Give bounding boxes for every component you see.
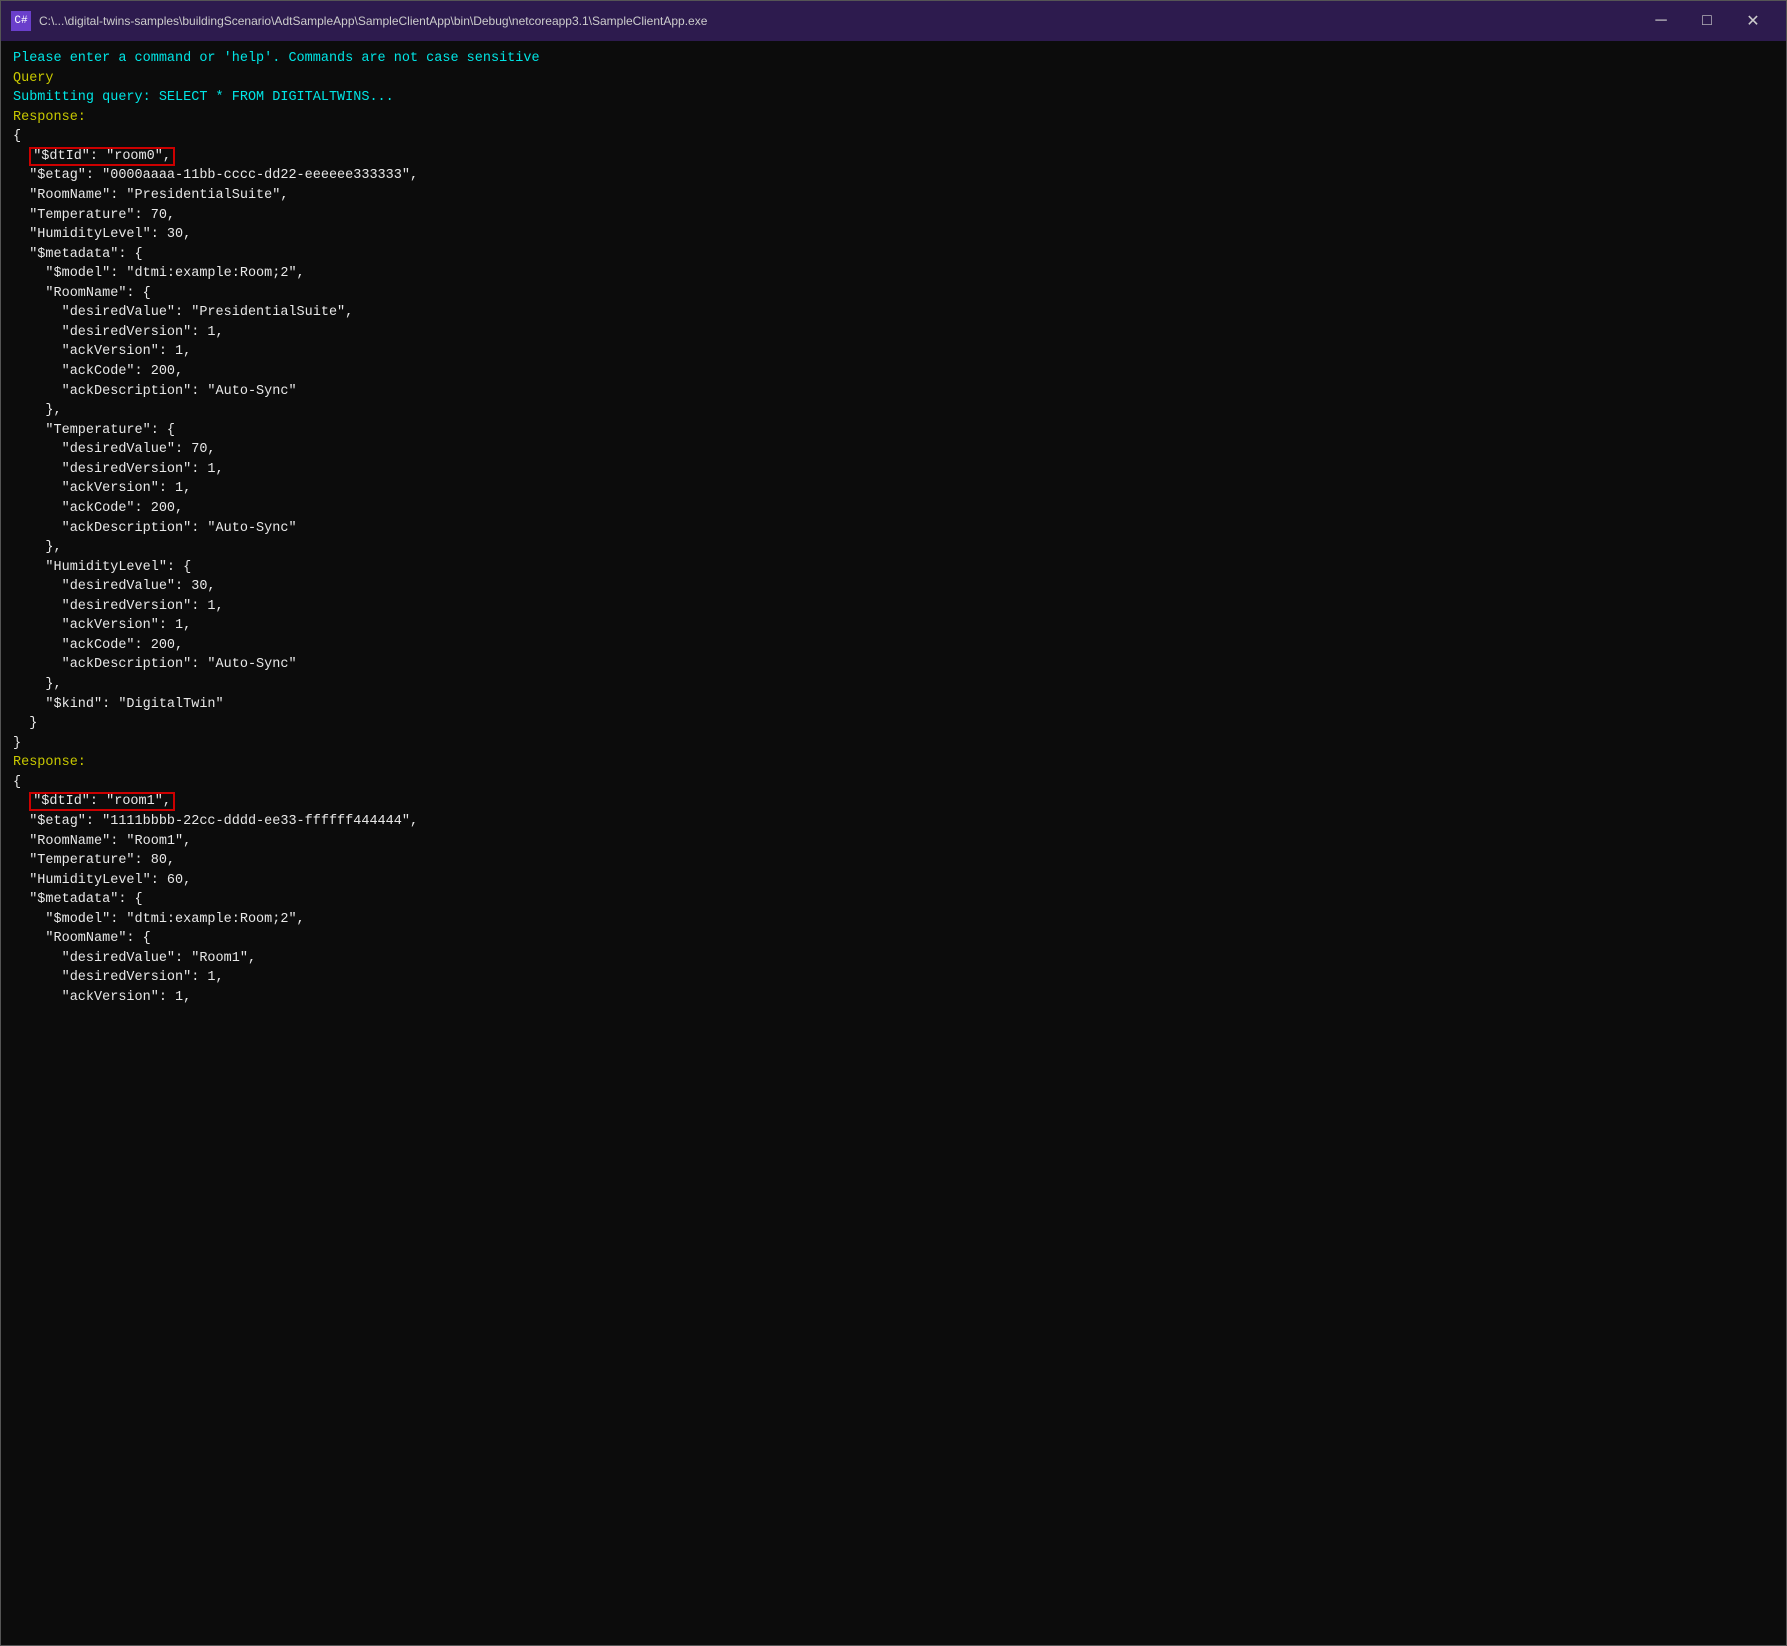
room0-dtid-line: "$dtId": "room0", (13, 147, 1774, 167)
room0-rn-ackver: "ackVersion": 1, (13, 342, 1774, 362)
title-bar-left: C# C:\...\digital-twins-samples\building… (11, 11, 707, 31)
room0-rn-dver: "desiredVersion": 1, (13, 323, 1774, 343)
title-bar: C# C:\...\digital-twins-samples\building… (1, 1, 1786, 41)
room0-temp-ackdesc: "ackDescription": "Auto-Sync" (13, 519, 1774, 539)
room0-hum-close: }, (13, 675, 1774, 695)
open-brace-2: { (13, 773, 1774, 793)
room1-metadata-open: "$metadata": { (13, 890, 1774, 910)
room0-roomname-line: "RoomName": "PresidentialSuite", (13, 186, 1774, 206)
room0-rn-open: "RoomName": { (13, 284, 1774, 304)
room0-temp-dver: "desiredVersion": 1, (13, 460, 1774, 480)
room0-temperature-line: "Temperature": 70, (13, 206, 1774, 226)
room0-temp-close: }, (13, 538, 1774, 558)
room0-rn-ackcode: "ackCode": 200, (13, 362, 1774, 382)
intro-line: Please enter a command or 'help'. Comman… (13, 49, 1774, 69)
room0-dtid-highlighted: "$dtId": "room0", (29, 147, 175, 166)
console-area: Please enter a command or 'help'. Comman… (1, 41, 1786, 1645)
room0-hum-ackver: "ackVersion": 1, (13, 616, 1774, 636)
open-brace-1: { (13, 127, 1774, 147)
room1-etag-line: "$etag": "1111bbbb-22cc-dddd-ee33-ffffff… (13, 812, 1774, 832)
window-controls: ─ □ ✕ (1638, 1, 1776, 41)
app-icon: C# (11, 11, 31, 31)
room0-temp-dv: "desiredValue": 70, (13, 440, 1774, 460)
room0-hum-ackdesc: "ackDescription": "Auto-Sync" (13, 655, 1774, 675)
room0-rn-ackdesc: "ackDescription": "Auto-Sync" (13, 382, 1774, 402)
room0-hum-dv: "desiredValue": 30, (13, 577, 1774, 597)
room1-temperature-line: "Temperature": 80, (13, 851, 1774, 871)
room0-hum-dver: "desiredVersion": 1, (13, 597, 1774, 617)
room1-roomname-line: "RoomName": "Room1", (13, 832, 1774, 852)
query-label: Query (13, 69, 1774, 89)
room0-metadata-open: "$metadata": { (13, 245, 1774, 265)
room1-rn-ackver: "ackVersion": 1, (13, 988, 1774, 1008)
room0-hum-open: "HumidityLevel": { (13, 558, 1774, 578)
room0-rn-dv: "desiredValue": "PresidentialSuite", (13, 303, 1774, 323)
room1-model-line: "$model": "dtmi:example:Room;2", (13, 910, 1774, 930)
room1-dtid-line: "$dtId": "room1", (13, 792, 1774, 812)
room0-obj-close: } (13, 734, 1774, 754)
main-window: C# C:\...\digital-twins-samples\building… (0, 0, 1787, 1646)
submitting-line: Submitting query: SELECT * FROM DIGITALT… (13, 88, 1774, 108)
window-title: C:\...\digital-twins-samples\buildingSce… (39, 14, 707, 28)
room0-etag-line: "$etag": "0000aaaa-11bb-cccc-dd22-eeeeee… (13, 166, 1774, 186)
room0-rn-close: }, (13, 401, 1774, 421)
close-button[interactable]: ✕ (1730, 1, 1776, 41)
room0-humidity-line: "HumidityLevel": 30, (13, 225, 1774, 245)
room0-hum-ackcode: "ackCode": 200, (13, 636, 1774, 656)
room1-dtid-highlighted: "$dtId": "room1", (29, 792, 175, 811)
room1-rn-dv: "desiredValue": "Room1", (13, 949, 1774, 969)
room0-temp-ackcode: "ackCode": 200, (13, 499, 1774, 519)
room0-temp-ackver: "ackVersion": 1, (13, 479, 1774, 499)
room0-kind: "$kind": "DigitalTwin" (13, 695, 1774, 715)
response-label-2: Response: (13, 753, 1774, 773)
maximize-button[interactable]: □ (1684, 1, 1730, 41)
room0-temp-open: "Temperature": { (13, 421, 1774, 441)
room1-rn-dver: "desiredVersion": 1, (13, 968, 1774, 988)
room0-model-line: "$model": "dtmi:example:Room;2", (13, 264, 1774, 284)
minimize-button[interactable]: ─ (1638, 1, 1684, 41)
room1-humidity-line: "HumidityLevel": 60, (13, 871, 1774, 891)
response-label-1: Response: (13, 108, 1774, 128)
room1-rn-open: "RoomName": { (13, 929, 1774, 949)
room0-meta-close: } (13, 714, 1774, 734)
